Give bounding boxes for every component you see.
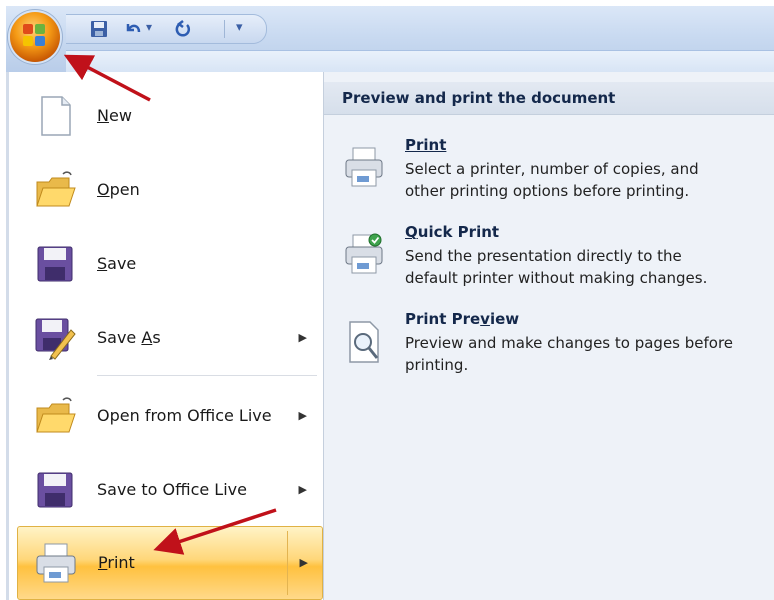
menu-item-open[interactable]: Open (17, 158, 321, 222)
office-logo-icon (23, 24, 47, 48)
undo-icon[interactable] (124, 20, 142, 38)
menu-item-open-from-office-live[interactable]: Open from Office Live ▶ (17, 384, 321, 448)
menu-item-mnemonic: A (141, 328, 153, 347)
print-preview-icon (349, 321, 379, 363)
submenu-header-text: Preview and print the document (342, 89, 616, 107)
menu-item-label: Save As (97, 328, 161, 347)
ribbon-strip (66, 50, 774, 73)
menu-item-mnemonic: N (97, 106, 109, 125)
menu-item-label: New (97, 106, 132, 125)
save-as-icon (35, 318, 76, 360)
submenu-arrow-icon: ▶ (298, 483, 307, 496)
menu-item-label: Open from Office Live (97, 406, 272, 425)
open-folder-icon (36, 397, 76, 433)
menu-item-label: Save to Office Live (97, 480, 247, 499)
print-option-quick-print[interactable]: Quick Print Send the presentation direct… (324, 223, 774, 303)
print-option-print[interactable]: Print Select a printer, number of copies… (324, 136, 774, 216)
print-option-title: Print (405, 136, 447, 154)
quick-access-toolbar: ▾ ▾ (66, 14, 267, 44)
menu-item-mnemonic: O (97, 180, 110, 199)
menu-item-print[interactable]: Print ▶ (17, 526, 323, 600)
menu-item-new[interactable]: New (17, 84, 321, 148)
new-document-icon (41, 96, 71, 136)
office-menu: New Open Save Save As ▶ Open from Office… (6, 72, 774, 600)
split-button-divider (287, 531, 288, 595)
office-button[interactable] (10, 12, 60, 62)
customize-toolbar-icon[interactable]: ▾ (236, 20, 243, 35)
print-option-description: Preview and make changes to pages before… (405, 334, 734, 374)
save-icon (37, 472, 73, 508)
menu-item-mnemonic: P (98, 553, 108, 572)
printer-icon (36, 543, 76, 583)
application-window: ▾ ▾ New Open Save Save As ▶ Open from Of… (6, 6, 774, 600)
menu-divider (97, 375, 317, 376)
toolbar-separator (224, 20, 225, 38)
printer-icon (345, 147, 383, 187)
redo-icon[interactable] (174, 20, 192, 38)
submenu-arrow-icon: ▶ (298, 409, 307, 422)
print-option-description: Send the presentation directly to the de… (405, 247, 708, 287)
title-bar: ▾ ▾ (6, 6, 774, 73)
menu-item-save-as[interactable]: Save As ▶ (17, 306, 321, 370)
menu-item-mnemonic: Q (405, 223, 418, 241)
print-option-description: Select a printer, number of copies, and … (405, 160, 699, 200)
print-submenu: Preview and print the document Print Sel… (324, 72, 774, 600)
print-option-print-preview[interactable]: Print Preview Preview and make changes t… (324, 310, 774, 390)
menu-item-mnemonic: S (97, 254, 108, 273)
submenu-arrow-icon: ▶ (298, 331, 307, 344)
quick-print-icon (345, 233, 383, 274)
menu-item-mnemonic: v (480, 310, 490, 328)
title-rest: uick Print (417, 223, 500, 241)
office-menu-commands: New Open Save Save As ▶ Open from Office… (9, 72, 324, 600)
menu-item-save[interactable]: Save (17, 232, 321, 296)
open-folder-icon (36, 171, 76, 207)
submenu-header: Preview and print the document (324, 82, 774, 115)
print-option-title: Quick Print (405, 223, 499, 241)
menu-item-label: Save (97, 254, 137, 273)
undo-dropdown-icon[interactable]: ▾ (146, 20, 152, 34)
menu-item-label: Print (98, 553, 135, 572)
submenu-arrow-icon[interactable]: ▶ (300, 527, 308, 599)
menu-item-save-to-office-live[interactable]: Save to Office Live ▶ (17, 458, 321, 522)
save-icon[interactable] (90, 20, 108, 38)
print-option-title: Print Preview (405, 310, 520, 328)
menu-item-label: Open (97, 180, 140, 199)
save-icon (37, 246, 73, 282)
